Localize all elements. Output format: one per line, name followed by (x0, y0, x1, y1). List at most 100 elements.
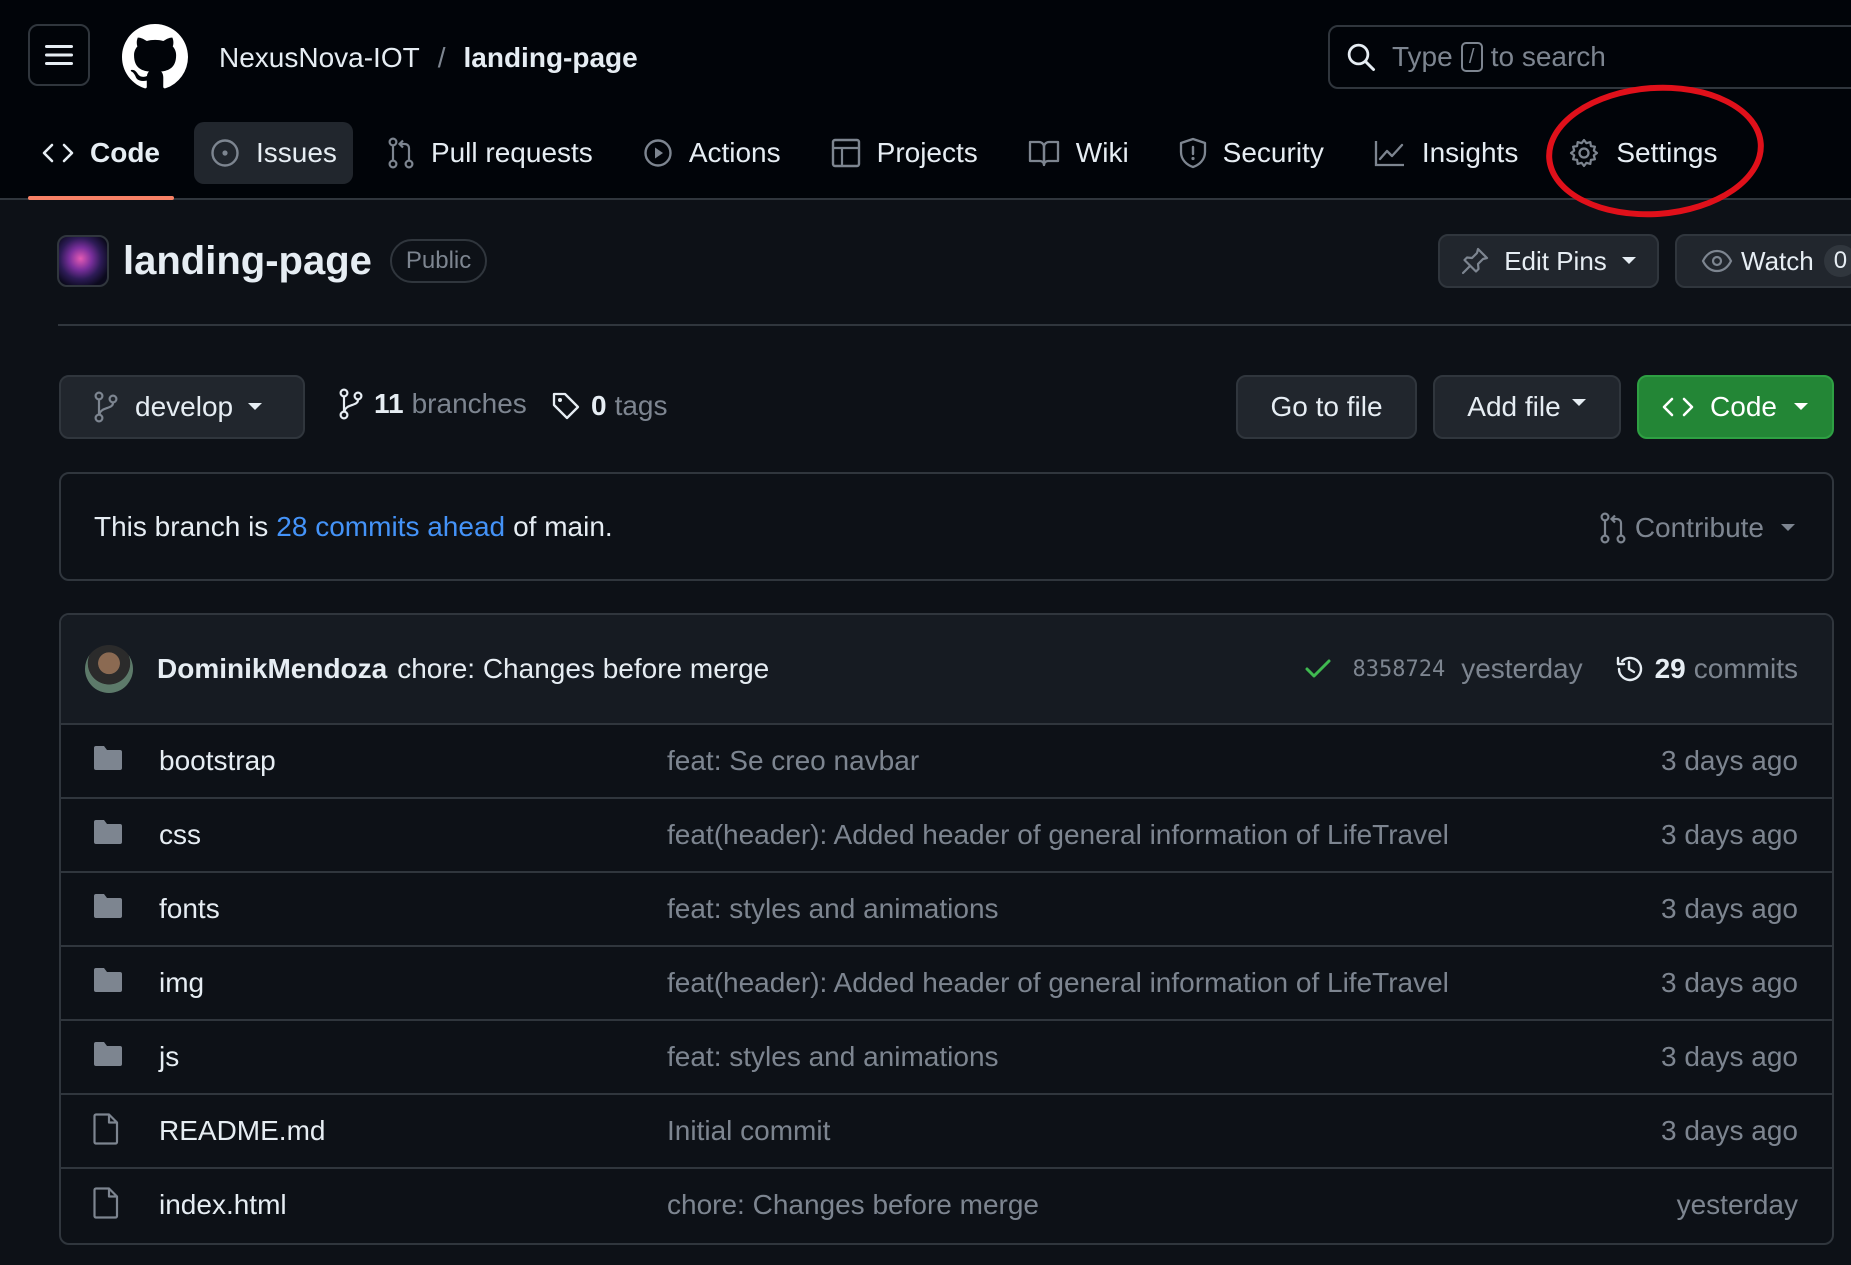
caret-down-icon (1571, 399, 1586, 406)
repo-title[interactable]: landing-page (123, 239, 372, 284)
add-file-button[interactable]: Add file (1433, 375, 1621, 439)
ahead-suffix: of main. (513, 510, 613, 542)
file-commit-age: 3 days ago (1661, 819, 1798, 850)
graph-icon (1374, 141, 1404, 167)
file-name-link[interactable]: bootstrap (159, 745, 276, 777)
commit-meta: 8358724 yesterday 29 commits (1304, 615, 1798, 723)
edit-pins-button[interactable]: Edit Pins (1438, 234, 1659, 288)
file-commit-message[interactable]: Initial commit (667, 1115, 830, 1147)
folder-icon (93, 893, 123, 919)
file-commit-message[interactable]: feat: Se creo navbar (667, 745, 919, 777)
file-commit-age: yesterday (1676, 1189, 1798, 1220)
folder-icon (93, 819, 123, 845)
eye-icon (1701, 249, 1733, 273)
tags-count: 0 (591, 390, 607, 421)
file-icon (93, 1187, 119, 1219)
file-commit-message[interactable]: feat(header): Added header of general in… (667, 819, 1449, 851)
contribute-label: Contribute (1634, 512, 1764, 543)
play-icon (644, 139, 672, 167)
search-input[interactable]: Type / to search (1328, 25, 1851, 89)
commits-label: commits (1693, 653, 1798, 684)
repo-avatar (57, 235, 109, 287)
tab-wiki[interactable]: Wiki (1012, 122, 1145, 184)
commits-history-link[interactable]: 29 commits (1613, 653, 1798, 685)
caret-down-icon (1793, 403, 1808, 410)
issue-opened-icon (211, 139, 239, 167)
commit-author[interactable]: DominikMendoza (157, 653, 387, 685)
table-row[interactable]: bootstrap feat: Se creo navbar 3 days ago (61, 725, 1832, 799)
go-to-file-button[interactable]: Go to file (1236, 375, 1417, 439)
repo-link[interactable]: landing-page (464, 42, 638, 74)
table-row[interactable]: css feat(header): Added header of general… (61, 799, 1832, 873)
git-branch-icon (94, 391, 118, 423)
commits-count: 29 (1654, 653, 1686, 684)
tags-link[interactable]: 0 tags (551, 390, 668, 422)
table-row[interactable]: js feat: styles and animations 3 days ago (61, 1021, 1832, 1095)
tab-settings[interactable]: Settings (1552, 122, 1733, 184)
branch-select-button[interactable]: develop (59, 375, 305, 439)
commit-message[interactable]: chore: Changes before merge (397, 653, 769, 685)
owner-link[interactable]: NexusNova-IOT (219, 42, 420, 74)
file-commit-message[interactable]: feat: styles and animations (667, 1041, 999, 1073)
menu-button[interactable] (28, 24, 90, 86)
search-placeholder-prefix: Type (1392, 41, 1453, 72)
file-commit-message[interactable]: chore: Changes before merge (667, 1189, 1039, 1221)
folder-icon (93, 1041, 123, 1067)
git-branch-icon (339, 388, 363, 420)
go-to-file-label: Go to file (1270, 391, 1383, 422)
table-row[interactable]: img feat(header): Added header of general… (61, 947, 1832, 1021)
tab-label: Code (90, 137, 160, 168)
tab-pull-requests[interactable]: Pull requests (371, 122, 609, 184)
edit-pins-label: Edit Pins (1504, 245, 1607, 276)
tags-label: tags (614, 390, 668, 421)
tab-label: Actions (688, 137, 781, 168)
file-commit-message[interactable]: feat(header): Added header of general in… (667, 967, 1449, 999)
tab-code[interactable]: Code (26, 122, 176, 200)
check-icon[interactable] (1304, 658, 1332, 680)
file-name-link[interactable]: img (159, 967, 204, 999)
table-icon (831, 138, 860, 168)
git-pull-request-icon (1600, 512, 1626, 544)
file-name-link[interactable]: README.md (159, 1115, 325, 1147)
table-row[interactable]: fonts feat: styles and animations 3 days a… (61, 873, 1832, 947)
repo-nav-tabs: Code Issues Pull requests Actions Projec… (26, 122, 1752, 200)
branches-link[interactable]: 11 branches (338, 388, 527, 420)
tab-issues[interactable]: Issues (194, 122, 353, 184)
file-commit-message[interactable]: feat: styles and animations (667, 893, 999, 925)
file-commit-age: 3 days ago (1661, 1041, 1798, 1072)
file-commit-age: 3 days ago (1661, 745, 1798, 776)
breadcrumb: NexusNova-IOT / landing-page (219, 42, 638, 74)
commits-ahead-link[interactable]: 28 commits ahead (276, 511, 505, 543)
hamburger-icon (45, 45, 73, 65)
caret-down-icon (1781, 524, 1795, 531)
file-icon (93, 1113, 119, 1145)
table-row[interactable]: README.md Initial commit 3 days ago (61, 1095, 1832, 1169)
commit-sha[interactable]: 8358724 (1352, 657, 1445, 682)
code-dropdown-button[interactable]: Code (1637, 375, 1834, 439)
avatar[interactable] (85, 645, 133, 693)
file-commit-age: 3 days ago (1661, 893, 1798, 924)
tab-label: Wiki (1075, 137, 1129, 168)
contribute-button[interactable]: Contribute (1599, 512, 1796, 544)
watch-count: 0 (1823, 245, 1851, 277)
file-rows: bootstrap feat: Se creo navbar 3 days ago c… (61, 725, 1832, 1243)
tab-security[interactable]: Security (1163, 122, 1340, 184)
file-name-link[interactable]: css (159, 819, 201, 851)
watch-button[interactable]: Watch 0 (1675, 234, 1851, 288)
tab-label: Projects (876, 137, 978, 168)
tab-projects[interactable]: Projects (815, 122, 994, 184)
github-logo-icon[interactable] (122, 24, 188, 90)
table-row[interactable]: index.html chore: Changes before merge yes… (61, 1169, 1832, 1243)
file-name-link[interactable]: js (159, 1041, 179, 1073)
branch-status-box: This branch is 28 commits ahead of main.… (59, 472, 1834, 581)
file-name-link[interactable]: fonts (159, 893, 220, 925)
caret-down-icon (1621, 257, 1636, 264)
repo-header-divider (58, 324, 1851, 326)
tab-insights[interactable]: Insights (1358, 122, 1535, 184)
code-icon (1662, 397, 1694, 417)
breadcrumb-separator: / (437, 42, 446, 73)
tag-icon (552, 392, 580, 420)
tab-actions[interactable]: Actions (627, 122, 797, 184)
watch-label: Watch (1741, 245, 1814, 276)
file-name-link[interactable]: index.html (159, 1189, 287, 1221)
